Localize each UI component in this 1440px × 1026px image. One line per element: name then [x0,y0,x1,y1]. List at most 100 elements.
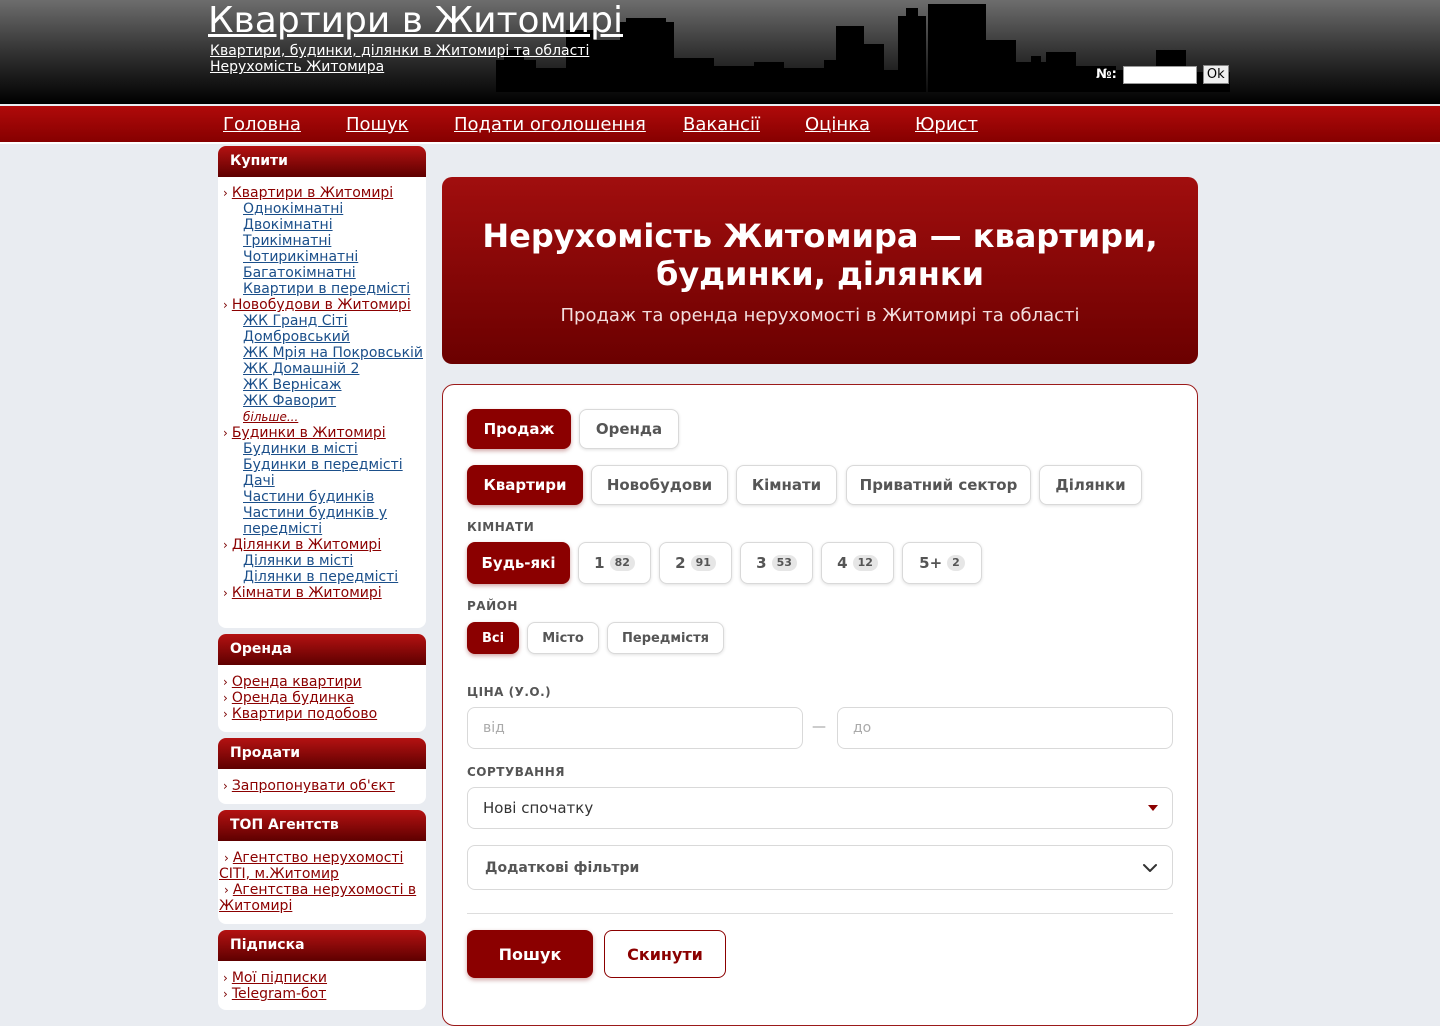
reset-button[interactable]: Скинути [604,930,726,978]
sidebar-agencies-title: ТОП Агентств [218,810,426,841]
count-badge: 82 [609,555,635,571]
extra-filters-toggle[interactable]: Додаткові фільтри [467,845,1173,890]
type-rooms-button[interactable]: Кімнати [736,465,837,505]
type-newbuilds-button[interactable]: Новобудови [591,465,728,505]
nav-post-ad[interactable]: Подати оголошення [454,115,646,135]
sidebar-sublink[interactable]: Ділянки в місті [243,553,353,569]
sidebar-sublink[interactable]: Однокімнатні [243,201,343,217]
sidebar-sublink[interactable]: Дачі [243,473,275,489]
sort-select[interactable]: Нові спочатку [467,787,1173,829]
sidebar-sublink[interactable]: ЖК Мрія на Покровській [243,345,423,361]
sidebar-sublink[interactable]: Будинки в місті [243,441,358,457]
rooms-4-button[interactable]: 4 12 [821,542,894,584]
price-to-input[interactable] [837,707,1173,749]
type-private-sector-button[interactable]: Приватний сектор [846,465,1031,505]
chevron-right-icon: › [223,586,228,600]
listing-number-input[interactable] [1122,65,1197,84]
rooms-2-button[interactable]: 2 91 [659,542,732,584]
chevron-right-icon: › [223,971,228,985]
rooms-label: КІМНАТИ [467,520,535,534]
sidebar-link-houses[interactable]: Будинки в Житомирі [232,425,386,441]
sidebar-subscription-title: Підписка [218,930,426,961]
count-badge: 91 [690,555,716,571]
sidebar-sublink[interactable]: Квартири в передмісті [243,281,410,297]
rooms-5plus-button[interactable]: 5+ 2 [902,542,982,584]
chevron-right-icon: › [224,883,229,897]
sidebar-sublink[interactable]: Багатокімнатні [243,265,356,281]
rooms-option-label: 1 [594,554,605,572]
site-title-link[interactable]: Квартири в Житомирі [208,0,623,42]
sidebar-link-daily[interactable]: Квартири подобово [232,706,377,722]
sidebar-buy-title: Купити [218,146,426,177]
deal-sale-button[interactable]: Продаж [467,409,571,449]
listing-number-form: №: Ok [1096,65,1229,84]
nav-lawyer[interactable]: Юрист [915,115,978,135]
chevron-right-icon: › [223,987,228,1001]
rooms-3-button[interactable]: 3 53 [740,542,813,584]
hero-subtitle: Продаж та оренда нерухомості в Житомирі … [560,305,1080,326]
rooms-1-button[interactable]: 1 82 [578,542,651,584]
extra-filters-label: Додаткові фільтри [485,859,640,876]
district-all-button[interactable]: Всі [467,622,519,654]
sidebar-link-agencies[interactable]: Агентства нерухомості в Житомирі [219,882,416,914]
sidebar-sublink[interactable]: Домбровський [243,329,350,345]
rooms-option-label: 4 [837,554,848,572]
sidebar-sublink[interactable]: Чотирикімнатні [243,249,358,265]
price-label: ЦІНА (У.О.) [467,685,552,699]
chevron-right-icon: › [223,538,228,552]
deal-rent-button[interactable]: Оренда [579,409,679,449]
type-apartments-button[interactable]: Квартири [467,465,583,505]
chevron-right-icon: › [223,186,228,200]
type-plots-button[interactable]: Ділянки [1039,465,1142,505]
site-tagline-link[interactable]: Нерухомість Житомира [210,59,384,75]
rooms-option-label: 3 [756,554,767,572]
site-subtitle-link[interactable]: Квартири, будинки, ділянки в Житомирі та… [210,43,589,59]
sidebar-link-apartments[interactable]: Квартири в Житомирі [232,185,393,201]
hero-title: Нерухомість Житомира — квартири, будинки… [482,217,1158,293]
listing-number-label: №: [1096,67,1117,82]
count-badge: 12 [852,555,878,571]
district-city-button[interactable]: Місто [527,622,599,654]
sidebar-sublink[interactable]: Будинки в передмісті [243,457,403,473]
sort-selected-value: Нові спочатку [483,799,594,817]
sidebar-link-newbuilds[interactable]: Новобудови в Житомирі [232,297,411,313]
sidebar-link-rent-apartment[interactable]: Оренда квартири [232,674,362,690]
rooms-any-button[interactable]: Будь-які [467,542,570,584]
sidebar-sublink[interactable]: Ділянки в передмісті [243,569,398,585]
sidebar-sublink[interactable]: ЖК Гранд Сіті [243,313,347,329]
district-label: РАЙОН [467,599,518,613]
nav-home[interactable]: Головна [223,115,301,135]
sidebar-link-rent-house[interactable]: Оренда будинка [232,690,354,706]
sidebar-link-plots[interactable]: Ділянки в Житомирі [232,537,381,553]
rooms-option-label: 2 [675,554,686,572]
sidebar-sublink[interactable]: Двокімнатні [243,217,333,233]
nav-valuation[interactable]: Оцінка [805,115,870,135]
sidebar-sublink[interactable]: ЖК Фаворит [243,393,336,409]
price-from-input[interactable] [467,707,803,749]
sidebar-sublink[interactable]: Трикімнатні [243,233,331,249]
chevron-right-icon: › [223,707,228,721]
chevron-down-icon [1143,864,1157,872]
hero-banner: Нерухомість Житомира — квартири, будинки… [442,177,1198,364]
chevron-right-icon: › [223,298,228,312]
nav-search[interactable]: Пошук [346,115,409,135]
nav-vacancies[interactable]: Вакансії [683,115,760,135]
sidebar-link-offer-object[interactable]: Запропонувати об'єкт [232,778,395,794]
sidebar-buy-box: Купити › Квартири в Житомирі Однокімнатні… [218,146,426,628]
sidebar-sublink[interactable]: ЖК Вернісаж [243,377,342,393]
sidebar-link-agency-city[interactable]: Агентство нерухомості СІТІ, м.Житомир [219,850,403,882]
sidebar-item-houses: › Будинки в Житомирі [218,425,426,441]
sidebar-sublink[interactable]: Частини будинків у передмісті [243,505,387,537]
sidebar-subscription-box: Підписка › Мої підписки › Telegram-бот [218,930,426,1010]
site-header: Квартири в Житомирі Квартири, будинки, д… [0,0,1440,104]
sidebar-link-my-subscriptions[interactable]: Мої підписки [232,970,327,986]
chevron-right-icon: › [223,779,228,793]
sidebar-sublink[interactable]: Частини будинків [243,489,374,505]
sidebar-item-newbuilds: › Новобудови в Житомирі [218,297,426,313]
district-suburb-button[interactable]: Передмістя [607,622,724,654]
sidebar-more-link[interactable]: більше... [243,410,298,424]
listing-number-ok-button[interactable]: Ok [1202,65,1229,84]
sidebar-link-rooms[interactable]: Кімнати в Житомирі [232,585,382,601]
sidebar-sublink[interactable]: ЖК Домашній 2 [243,361,359,377]
search-button[interactable]: Пошук [467,930,593,978]
